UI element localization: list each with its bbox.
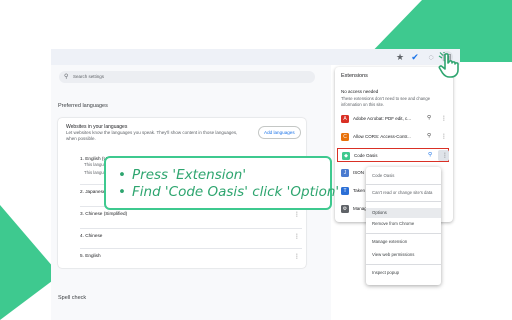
menu-item-remove[interactable]: Remove from Chrome [366,219,441,229]
more-options-icon[interactable]: ⋮ [441,133,447,140]
pin-icon[interactable]: ⚲ [427,115,431,121]
more-options-icon[interactable]: ⋮ [441,115,447,122]
language-row-5[interactable]: 5. English ⋮ [80,248,302,264]
cors-icon: C [341,133,349,141]
extension-name: Manag [353,206,367,211]
language-label: 1. English (U [80,156,107,161]
language-row-4[interactable]: 4. Chinese ⋮ [80,228,302,244]
extension-name: ISON [353,170,365,175]
code-oasis-icon: ◆ [342,152,350,160]
extension-item-allow-cors[interactable]: C Allow CORS: Access-Contr... ⚲ ⋮ [337,130,449,144]
more-options-icon[interactable]: ⋮ [294,253,300,260]
preferred-languages-title: Preferred languages [58,103,108,109]
no-access-heading: No access needed [341,89,379,94]
json-icon: J [341,169,349,177]
spell-check-title: Spell check [58,295,87,301]
star-icon[interactable]: ★ [394,51,406,63]
menu-item-options[interactable]: Options [366,208,441,218]
menu-item-inspect[interactable]: Inspect popup [366,268,441,278]
search-icon: ⚲ [64,74,69,80]
add-languages-button[interactable]: Add languages [258,126,301,139]
menu-divider [366,264,441,265]
search-placeholder: Search settings [73,74,105,79]
menu-item-manage[interactable]: Manage extension [366,237,441,247]
no-access-description: These extensions don't need to see and c… [341,96,431,107]
extensions-title: Extensions [341,73,368,79]
menu-item-permissions[interactable]: View web permissions [366,250,441,260]
hand-cursor-icon [438,51,460,78]
menu-divider [366,184,441,185]
extension-name: Adobe Acrobat: PDF edit, c... [353,116,412,121]
instruction-list: Press 'Extension' Find 'Code Oasis' clic… [118,167,339,201]
menu-item-extension-name: Code Oasis [372,173,395,178]
puzzle-icon[interactable]: ◌ [425,51,437,63]
menu-divider [366,233,441,234]
language-label: 5. English [80,253,101,258]
more-options-icon[interactable]: ⋮ [294,211,300,218]
language-label: 3. Chinese (Simplified) [80,211,128,216]
browser-toolbar: ★ ✔ ◌ ▣ [51,49,460,65]
menu-item-site-access: Can't read or change site's data [372,190,433,195]
taken-icon: T [341,187,349,195]
extension-name: Allow CORS: Access-Contr... [353,134,411,139]
extension-context-menu: Code Oasis Can't read or change site's d… [366,167,441,285]
language-sub: This langua [84,162,107,167]
instruction-step-2: Find 'Code Oasis' click 'Option' [118,184,339,201]
language-label: 4. Chinese [80,233,103,238]
language-label: 2. Japanese [80,189,106,194]
more-options-icon[interactable]: ⋮ [442,152,448,159]
pin-icon[interactable]: ⚲ [428,152,432,158]
search-input[interactable]: ⚲ Search settings [59,71,315,83]
gear-icon: ⚙ [341,205,349,213]
card-description: Let websites know the languages you spea… [66,130,238,141]
more-options-icon[interactable]: ⋮ [294,233,300,240]
instruction-callout: Press 'Extension' Find 'Code Oasis' clic… [104,156,339,210]
check-circle-icon[interactable]: ✔ [409,51,421,63]
pin-icon[interactable]: ⚲ [427,133,431,139]
extension-name: Taken [353,188,366,193]
menu-divider [366,201,441,202]
extension-item-adobe[interactable]: A Adobe Acrobat: PDF edit, c... ⚲ ⋮ [337,112,449,126]
extension-name: Code Oasis [354,153,378,158]
adobe-icon: A [341,115,349,123]
instruction-step-1: Press 'Extension' [118,167,339,184]
extension-item-code-oasis[interactable]: ◆ Code Oasis ⚲ ⋮ [337,148,449,162]
